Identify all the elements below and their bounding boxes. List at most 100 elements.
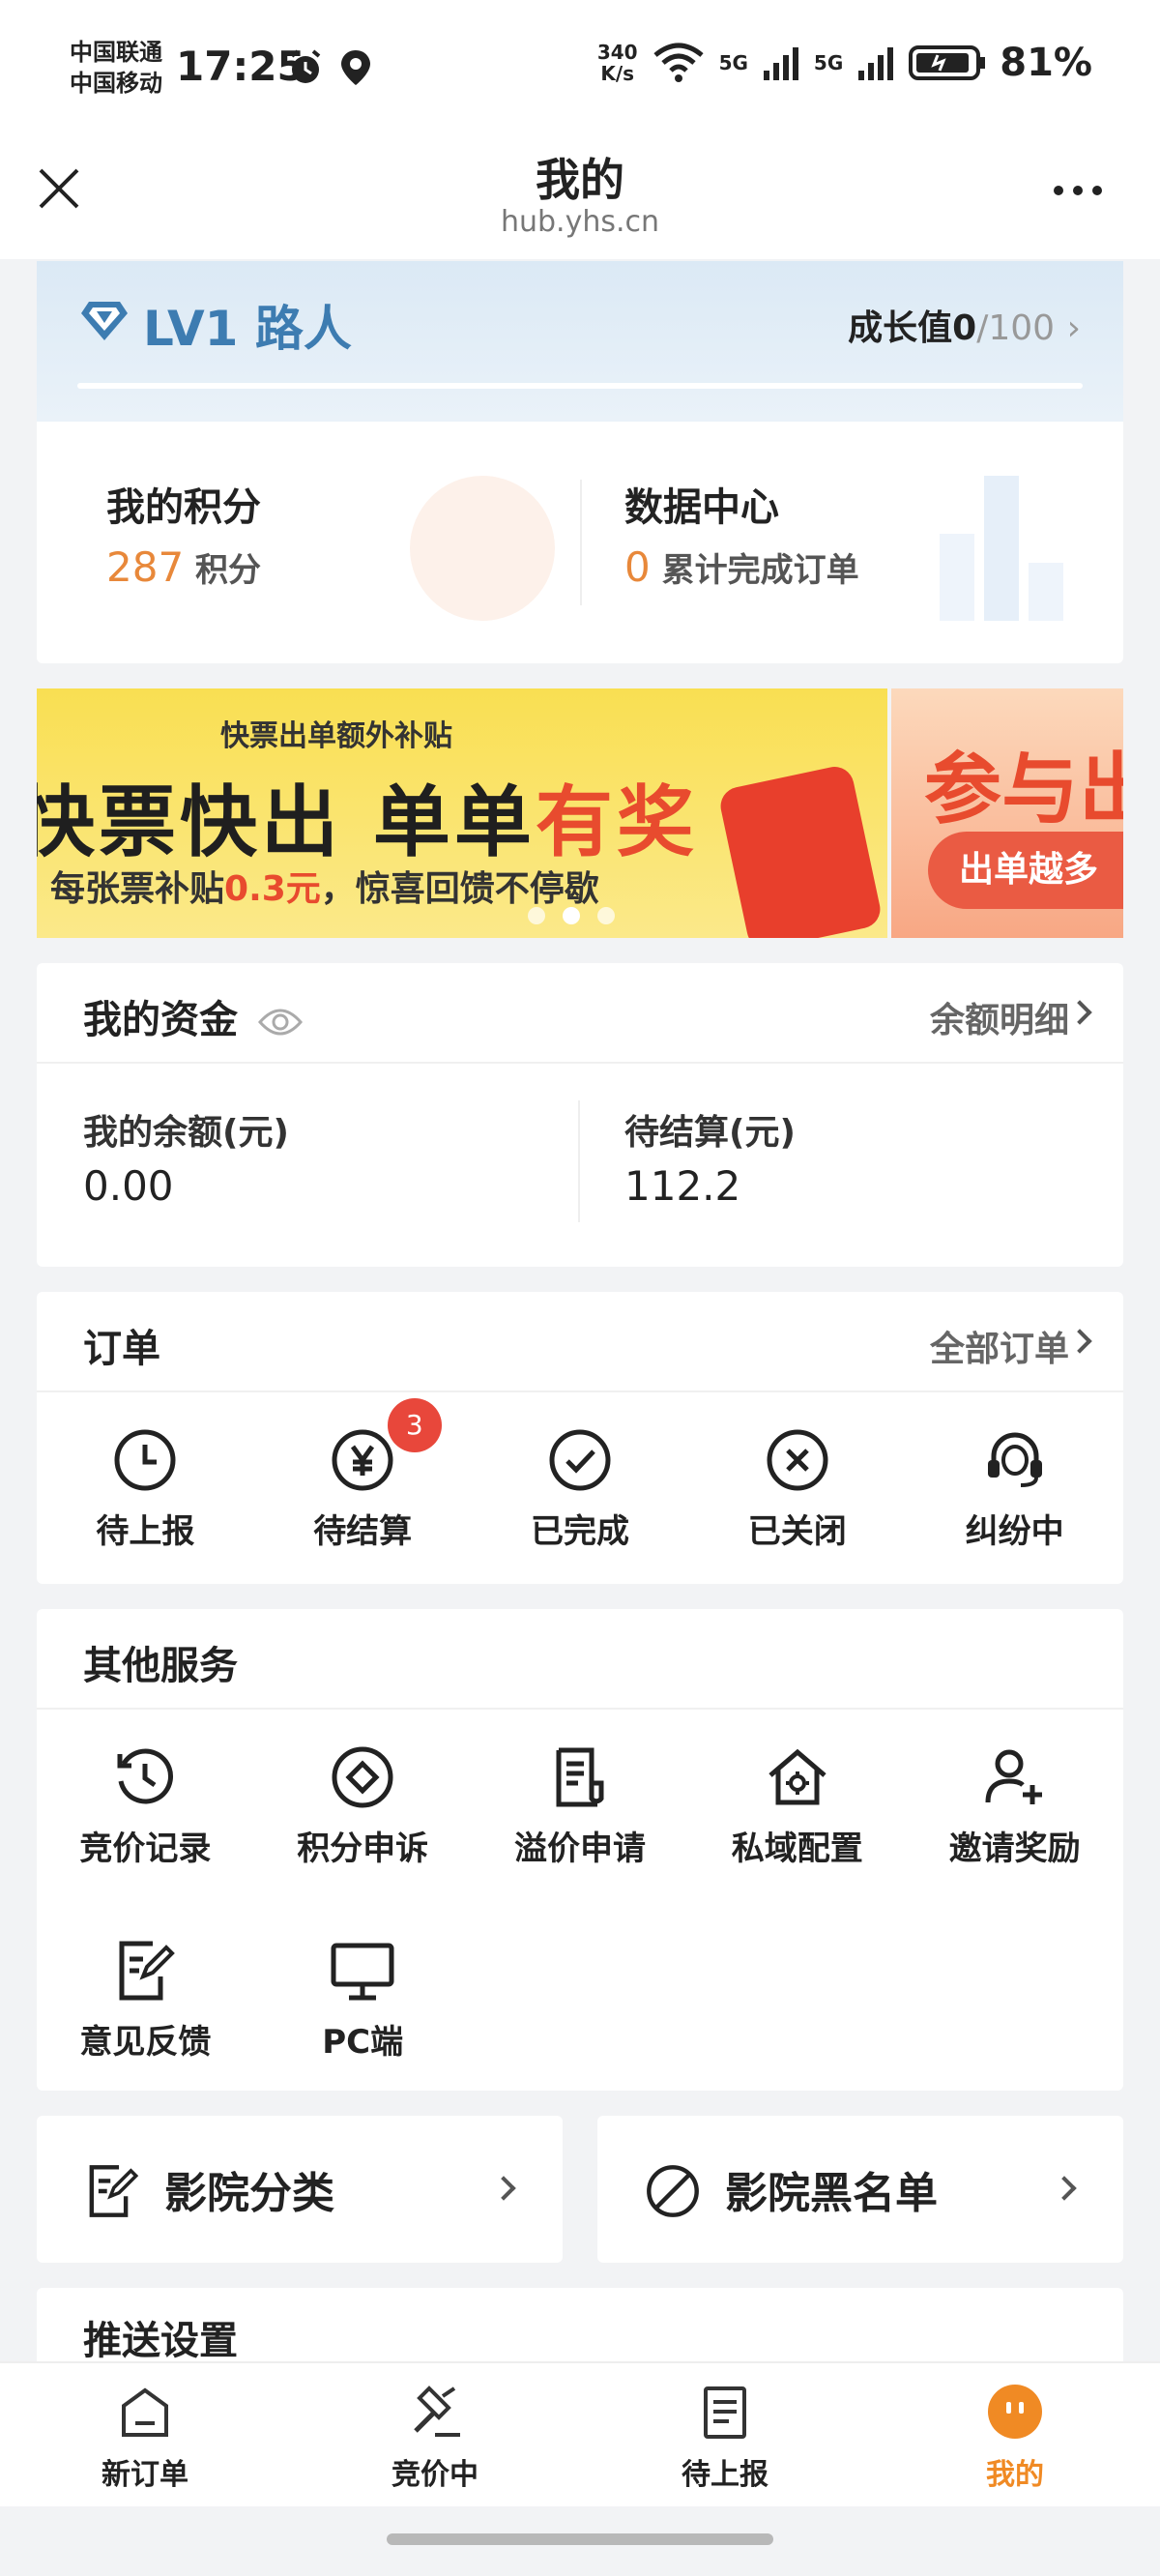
carrier-2: 中国移动 <box>70 70 162 97</box>
balance-detail-link[interactable]: 余额明细 <box>930 992 1069 1042</box>
signal-type-1: 5G <box>718 51 748 74</box>
divider <box>578 1100 580 1222</box>
nav-bar: 我的 hub.yhs.cn <box>0 145 1160 259</box>
chevron-right-icon <box>1067 1329 1092 1354</box>
bar-chart-decoration-icon <box>940 476 1063 621</box>
service-pc[interactable]: PC端 <box>254 1938 472 2063</box>
orders-card: 订单 全部订单 待上报 3 待结算 已完成 已关闭 纠纷中 <box>37 1292 1123 1584</box>
home-gear-icon <box>768 1748 826 1805</box>
banner-description: 每张票补贴0.3元，惊喜回馈不停歇 <box>50 869 599 909</box>
order-closed[interactable]: 已关闭 <box>688 1427 906 1552</box>
history-icon <box>117 1748 174 1804</box>
data-center[interactable]: 数据中心 0 累计完成订单 <box>624 476 859 591</box>
chevron-right-icon <box>1052 2176 1077 2201</box>
cinema-category-label: 影院分类 <box>164 2169 334 2218</box>
tab-bar: 新订单 竞价中 待上报 我的 <box>0 2361 1160 2506</box>
service-premium-apply[interactable]: 溢价申请 <box>472 1744 689 1869</box>
chevron-right-icon <box>1067 1000 1092 1025</box>
monitor-icon <box>331 1943 394 2001</box>
profile-icon <box>988 2385 1042 2439</box>
order-count-badge: 3 <box>387 1398 442 1452</box>
tab-mine[interactable]: 我的 <box>870 2363 1160 2506</box>
page-url: hub.yhs.cn <box>500 205 660 239</box>
my-points[interactable]: 我的积分 287 积分 <box>106 476 261 591</box>
services-title: 其他服务 <box>83 1644 238 1688</box>
receipt-icon <box>556 1747 604 1807</box>
carrier-info: 中国联通 中国移动 <box>70 37 162 99</box>
level-card[interactable]: LV1 路人 成长值0/100 › <box>37 261 1123 422</box>
promo-banner[interactable]: 快票出单额外补贴 快票快出 单单有奖 每张票补贴0.3元，惊喜回馈不停歇 参与出… <box>37 688 1123 938</box>
edit-doc-icon <box>119 1941 176 2001</box>
gavel-icon <box>414 2386 460 2437</box>
order-in-dispute[interactable]: 纠纷中 <box>906 1427 1123 1552</box>
chevron-right-icon <box>491 2176 516 2201</box>
tab-new-orders[interactable]: 新订单 <box>0 2363 290 2506</box>
banner-next-button: 出单越多 <box>928 832 1123 909</box>
home-indicator[interactable] <box>387 2533 773 2545</box>
check-circle-icon <box>549 1429 611 1491</box>
eye-icon[interactable] <box>257 1005 304 1039</box>
add-user-icon <box>985 1749 1042 1804</box>
services-card: 其他服务 竞价记录 积分申诉 溢价申请 私域配置 邀请奖励 意见反馈 PC端 <box>37 1609 1123 2091</box>
star-decoration-icon <box>410 476 555 621</box>
document-icon <box>704 2386 746 2439</box>
banner-next-title: 参与出 <box>924 745 1123 834</box>
service-feedback[interactable]: 意见反馈 <box>37 1938 254 2063</box>
orders-title: 订单 <box>83 1327 160 1371</box>
tab-pending-report[interactable]: 待上报 <box>580 2363 870 2506</box>
home-icon <box>122 2387 168 2437</box>
headset-icon <box>987 1432 1042 1487</box>
page-title: 我的 <box>536 154 624 206</box>
order-pending-settlement[interactable]: 3 待结算 <box>254 1398 472 1552</box>
banner-pagination <box>528 907 615 924</box>
level-name: LV1 路人 <box>143 301 352 357</box>
diamond-icon <box>332 1746 393 1808</box>
service-invite-reward[interactable]: 邀请奖励 <box>906 1744 1123 1869</box>
cinema-blacklist-button[interactable]: 影院黑名单 <box>597 2116 1123 2263</box>
order-pending-report[interactable]: 待上报 <box>37 1427 254 1552</box>
service-points-appeal[interactable]: 积分申诉 <box>254 1744 472 1869</box>
banner-slide-active[interactable]: 快票出单额外补贴 快票快出 单单有奖 每张票补贴0.3元，惊喜回馈不停歇 <box>37 688 887 938</box>
banner-subtitle: 快票出单额外补贴 <box>220 719 452 753</box>
battery-icon <box>909 45 986 80</box>
balance[interactable]: 我的余额(元) 0.00 <box>83 1104 289 1210</box>
forbidden-icon <box>647 2165 699 2217</box>
all-orders-link[interactable]: 全部订单 <box>930 1321 1069 1371</box>
order-completed[interactable]: 已完成 <box>472 1427 689 1552</box>
funds-header: 我的资金 余额明细 <box>37 963 1123 1064</box>
funds-title: 我的资金 <box>83 988 304 1044</box>
banner-slide-next[interactable]: 参与出 出单越多 <box>891 688 1123 938</box>
funds-card: 我的资金 余额明细 我的余额(元) 0.00 待结算(元) 112.2 <box>37 963 1123 1267</box>
battery-percent: 81% <box>1000 41 1092 85</box>
yen-icon <box>332 1429 393 1491</box>
growth-progress-bar <box>77 383 1083 389</box>
push-settings-title: 推送设置 <box>83 2319 238 2363</box>
signal-icon <box>763 47 798 80</box>
diamond-level-icon <box>81 302 128 340</box>
tab-bidding[interactable]: 竞价中 <box>290 2363 580 2506</box>
alarm-icon <box>290 49 321 83</box>
red-packet-icon <box>716 763 884 938</box>
location-icon <box>341 50 370 85</box>
signal-type-2: 5G <box>813 51 844 74</box>
signal-icon-2 <box>858 47 894 80</box>
divider <box>580 480 582 605</box>
clock-icon <box>114 1429 176 1491</box>
banner-headline: 快票快出 单单有奖 <box>37 777 698 867</box>
cinema-blacklist-label: 影院黑名单 <box>725 2169 938 2218</box>
x-circle-icon <box>767 1429 828 1491</box>
services-header: 其他服务 <box>37 1609 1123 1710</box>
more-icon[interactable] <box>1054 186 1102 195</box>
carrier-1: 中国联通 <box>70 39 162 66</box>
edit-doc-icon <box>89 2165 139 2217</box>
wifi-icon <box>652 43 704 82</box>
orders-header: 订单 全部订单 <box>37 1292 1123 1392</box>
cinema-category-button[interactable]: 影院分类 <box>37 2116 563 2263</box>
service-private-config[interactable]: 私域配置 <box>688 1744 906 1869</box>
status-bar: 中国联通 中国移动 17:25 340 K/s 5G 5G 81% <box>0 0 1160 145</box>
service-bid-history[interactable]: 竞价记录 <box>37 1744 254 1869</box>
growth-value[interactable]: 成长值0/100 › <box>848 300 1081 350</box>
net-speed: 340 K/s <box>596 41 638 85</box>
pending-settlement[interactable]: 待结算(元) 112.2 <box>624 1104 796 1210</box>
points-card: 我的积分 287 积分 数据中心 0 累计完成订单 <box>37 422 1123 663</box>
